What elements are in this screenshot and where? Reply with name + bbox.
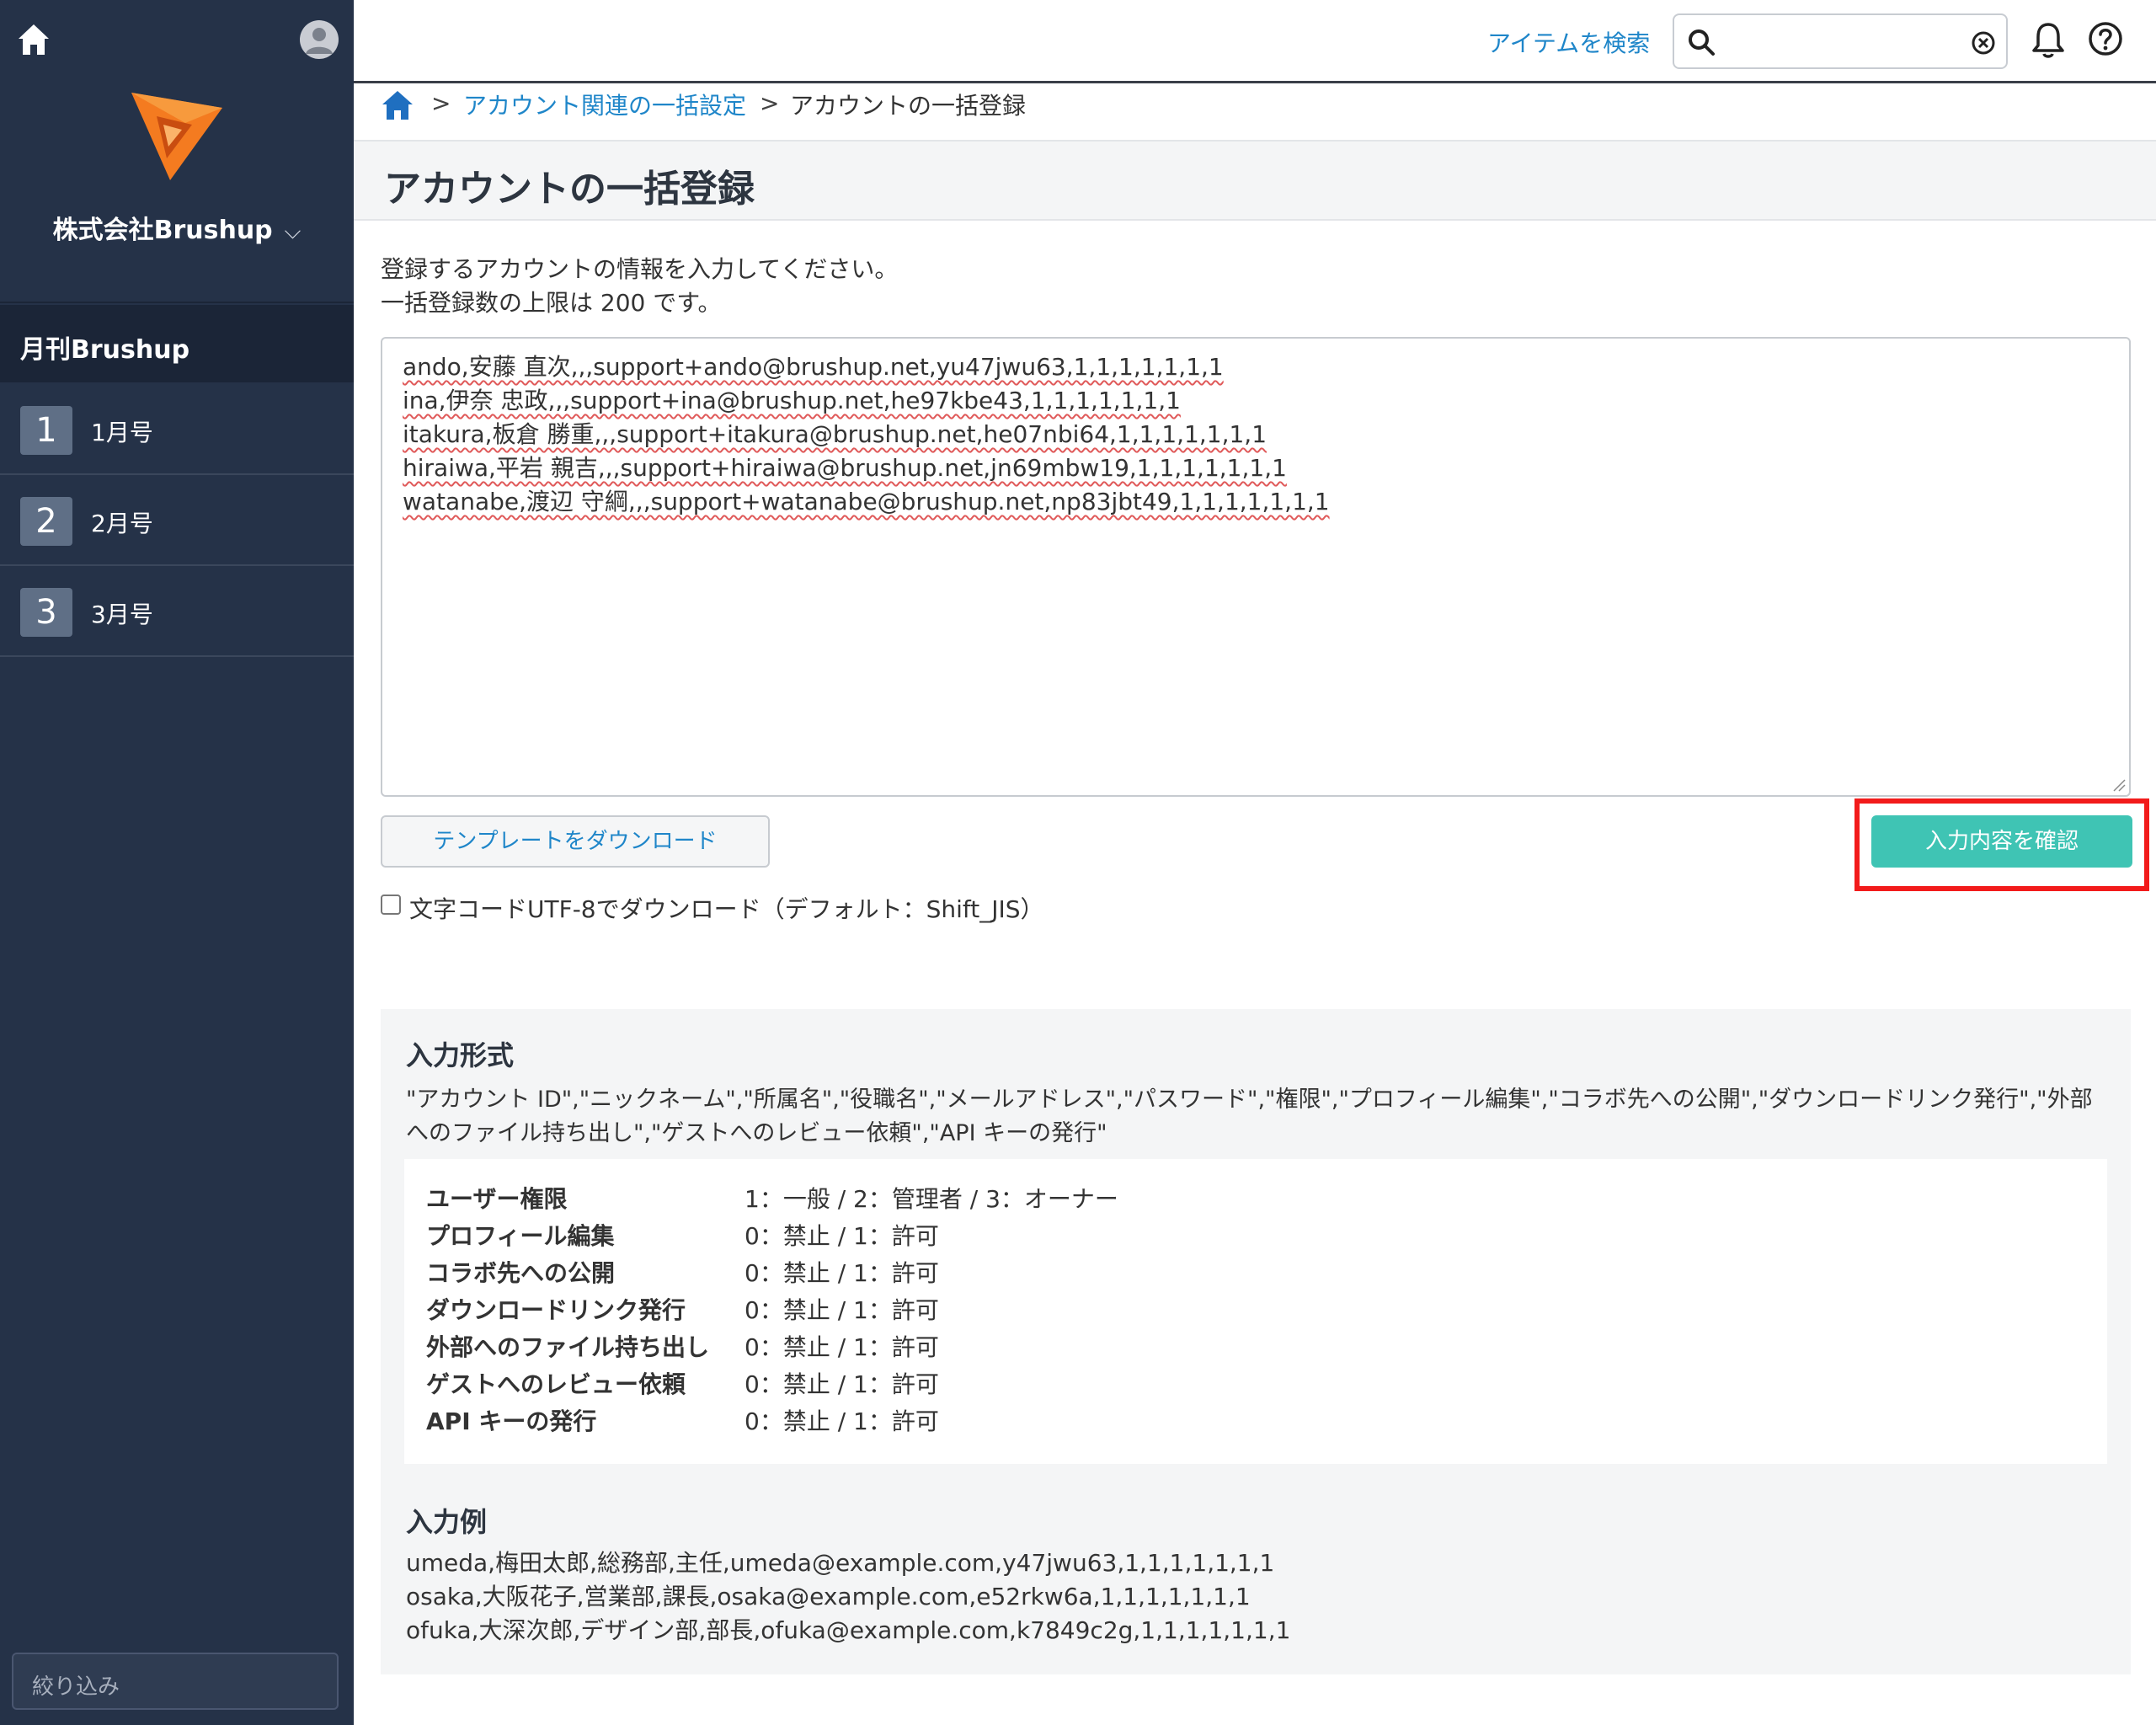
breadcrumb: > アカウント関連の一括設定 > アカウントの一括登録 [354, 81, 2156, 140]
format-description: "アカウント ID","ニックネーム","所属名","役職名","メールアドレス… [406, 1087, 2093, 1146]
home-icon[interactable] [17, 22, 51, 57]
spec-key: コラボ先への公開 [426, 1259, 616, 1287]
spec-value: 0：禁止 / 1：許可 [744, 1370, 939, 1398]
sidebar-item-label: 1月号 [91, 419, 153, 446]
company-selector[interactable]: 株式会社Brushup ⌵ [0, 209, 354, 246]
resize-handle-icon[interactable] [2111, 777, 2126, 792]
intro-text: 登録するアカウントの情報を入力してください。 一括登録数の上限は 200 です。 [381, 253, 898, 320]
number-badge: 3 [20, 588, 72, 637]
breadcrumb-separator: > [431, 89, 451, 117]
example-list: umeda,梅田太郎,総務部,主任,umeda@example.com,y47j… [406, 1546, 1290, 1648]
spec-key: ダウンロードリンク発行 [426, 1296, 686, 1324]
spec-key: ユーザー権限 [426, 1185, 568, 1213]
breadcrumb-separator: > [760, 89, 780, 117]
chevron-down-icon: ⌵ [284, 219, 302, 244]
filter-placeholder: 絞り込み [32, 1674, 120, 1700]
sidebar-item-label: 3月号 [91, 601, 153, 628]
number-badge: 1 [20, 406, 72, 455]
sidebar-item-3[interactable]: 3 3月号 [0, 566, 354, 657]
user-avatar-icon[interactable] [300, 20, 339, 59]
brushup-logo-icon [131, 93, 222, 180]
example-heading: 入力例 [406, 1506, 488, 1538]
download-template-button[interactable]: テンプレートをダウンロード [381, 815, 770, 868]
account-data-textarea[interactable]: ando,安藤 直次,,,support+ando@brushup.net,yu… [381, 337, 2131, 797]
example-line: umeda,梅田太郎,総務部,主任,umeda@example.com,y47j… [406, 1549, 1275, 1577]
spec-key: ゲストへのレビュー依頼 [426, 1370, 686, 1398]
example-line: ofuka,大深次郎,デザイン部,部長,ofuka@example.com,k7… [406, 1616, 1291, 1644]
sidebar-header [0, 0, 354, 84]
intro-line: 一括登録数の上限は 200 です。 [381, 289, 722, 317]
page-title: アカウントの一括登録 [384, 168, 755, 211]
spec-value: 0：禁止 / 1：許可 [744, 1407, 939, 1435]
spec-value: 0：禁止 / 1：許可 [744, 1296, 939, 1324]
search-input[interactable] [1673, 13, 2008, 69]
textarea-line: ando,安藤 直次,,,support+ando@brushup.net,yu… [403, 353, 1224, 381]
spec-value: 0：禁止 / 1：許可 [744, 1333, 939, 1361]
sidebar-item-2[interactable]: 2 2月号 [0, 475, 354, 566]
utf8-checkbox[interactable] [381, 895, 401, 915]
sidebar-item-label: 2月号 [91, 510, 153, 537]
confirm-input-button[interactable]: 入力内容を確認 [1871, 815, 2132, 868]
spec-table: ユーザー権限 1：一般 / 2：管理者 / 3：オーナー プロフィール編集 0：… [404, 1159, 2107, 1464]
spec-key: API キーの発行 [426, 1407, 597, 1435]
filter-input[interactable]: 絞り込み [12, 1653, 339, 1710]
project-header[interactable]: 月刊Brushup [0, 305, 354, 382]
divider [0, 302, 354, 303]
spec-value: 1：一般 / 2：管理者 / 3：オーナー [744, 1185, 1118, 1213]
format-info-panel: 入力形式 "アカウント ID","ニックネーム","所属名","役職名","メー… [381, 1009, 2131, 1674]
spec-key: 外部へのファイル持ち出し [426, 1333, 710, 1361]
textarea-line: hiraiwa,平岩 親吉,,,support+hiraiwa@brushup.… [403, 454, 1287, 482]
sidebar-item-1[interactable]: 1 1月号 [0, 384, 354, 475]
search-icon [1689, 29, 1715, 56]
bell-icon[interactable] [2030, 20, 2067, 59]
number-badge: 2 [20, 497, 72, 546]
company-name: 株式会社Brushup [52, 216, 273, 245]
sidebar: 株式会社Brushup ⌵ 月刊Brushup 1 1月号 2 2月号 3 3月号… [0, 0, 354, 1725]
example-line: osaka,大阪花子,営業部,課長,osaka@example.com,e52r… [406, 1583, 1251, 1610]
textarea-line: itakura,板倉 勝重,,,support+itakura@brushup.… [403, 420, 1267, 448]
item-search-link[interactable]: アイテムを検索 [1487, 25, 1650, 59]
breadcrumb-parent-link[interactable]: アカウント関連の一括設定 [463, 88, 746, 121]
project-name: 月刊Brushup [20, 335, 190, 365]
top-bar: アイテムを検索 [354, 0, 2156, 83]
spec-value: 0：禁止 / 1：許可 [744, 1222, 939, 1250]
title-band: アカウントの一括登録 [354, 140, 2156, 221]
textarea-line: ina,伊奈 忠政,,,support+ina@brushup.net,he97… [403, 387, 1181, 414]
utf8-checkbox-label[interactable]: 文字コードUTF-8でダウンロード（デフォルト：Shift_JIS） [409, 891, 1044, 925]
spec-key: プロフィール編集 [426, 1222, 615, 1250]
clear-icon[interactable] [1971, 30, 1996, 56]
help-icon[interactable] [2087, 20, 2124, 57]
intro-line: 登録するアカウントの情報を入力してください。 [381, 255, 899, 283]
breadcrumb-current: アカウントの一括登録 [790, 92, 1027, 120]
format-heading: 入力形式 [406, 1039, 515, 1071]
textarea-line: watanabe,渡辺 守綱,,,support+watanabe@brushu… [403, 488, 1330, 515]
spec-value: 0：禁止 / 1：許可 [744, 1259, 939, 1287]
breadcrumb-home-icon[interactable] [381, 89, 414, 121]
